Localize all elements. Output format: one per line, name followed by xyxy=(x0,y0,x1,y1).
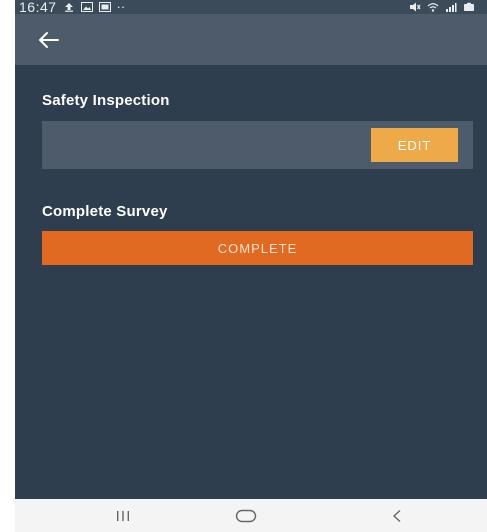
upload-icon xyxy=(64,3,73,12)
system-nav-bar xyxy=(15,499,487,532)
app-bar xyxy=(15,14,487,65)
status-right xyxy=(409,0,475,14)
wifi-icon xyxy=(427,3,439,12)
safety-inspection-title: Safety Inspection xyxy=(42,92,170,109)
home-button[interactable] xyxy=(226,499,266,532)
arrow-left-icon[interactable] xyxy=(37,30,61,50)
inspection-row: EDIT xyxy=(42,121,473,169)
battery-icon xyxy=(464,2,474,11)
nav-back-button[interactable] xyxy=(377,499,417,532)
mute-icon xyxy=(410,2,421,12)
edit-button[interactable]: EDIT xyxy=(371,128,458,162)
image-icon xyxy=(80,2,93,12)
status-bar: 16:47 ·· xyxy=(15,0,487,14)
status-left: 16:47 ·· xyxy=(19,0,125,14)
signal-icon xyxy=(446,3,457,12)
home-icon xyxy=(235,509,257,522)
recent-apps-icon xyxy=(117,510,129,521)
more-notifications-dots: ·· xyxy=(116,0,126,14)
gallery-icon xyxy=(98,2,111,12)
back-icon xyxy=(392,509,401,522)
recent-apps-button[interactable] xyxy=(103,499,143,532)
status-time: 16:47 xyxy=(19,0,57,15)
complete-survey-title: Complete Survey xyxy=(42,203,168,220)
complete-button[interactable]: COMPLETE xyxy=(42,231,473,265)
app-screen: 16:47 ·· Safety Inspection EDIT Complete… xyxy=(15,0,487,532)
